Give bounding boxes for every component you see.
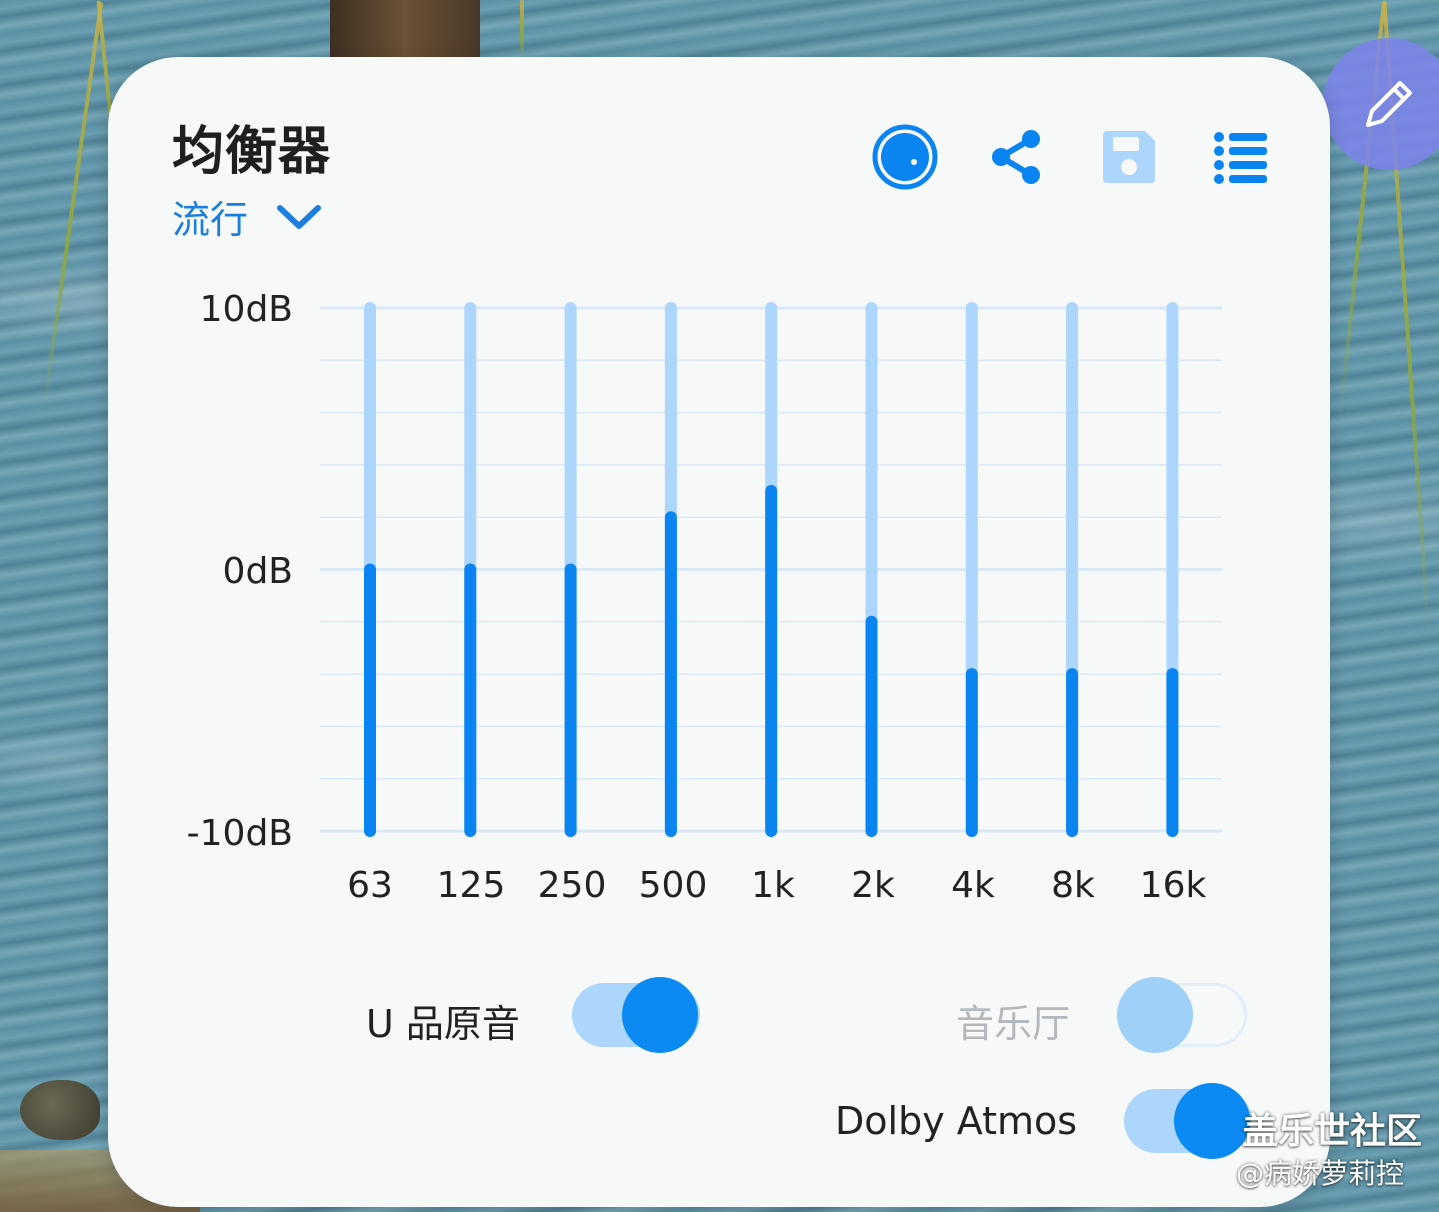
y-tick-label: 10dB <box>199 289 293 330</box>
background-willow-branch <box>40 1 104 419</box>
x-tick-label: 1k <box>751 865 795 906</box>
x-tick-label: 500 <box>638 865 708 906</box>
x-tick-label: 16k <box>1139 865 1207 906</box>
x-tick-label: 125 <box>436 865 506 906</box>
toggle-knob <box>1174 1083 1250 1159</box>
x-tick-label: 2k <box>851 865 895 906</box>
background-rock <box>20 1080 100 1140</box>
dolby-atmos-toggle[interactable] <box>1124 1083 1252 1159</box>
pencil-icon <box>1366 81 1412 127</box>
concert-hall-toggle[interactable] <box>1117 977 1247 1053</box>
equalizer-chart: 10dB 0dB -10dB 63 125 250 500 1k 2k 4k 8… <box>108 57 1330 957</box>
toggle-knob <box>1117 977 1193 1053</box>
watermark-site: 盖乐世社区 <box>1242 1111 1423 1152</box>
x-tick-label: 250 <box>537 865 607 906</box>
equalizer-panel: 均衡器 流行 10dB 0dB -10dB 63 125 250 500 1k … <box>108 57 1330 1207</box>
x-tick-label: 4k <box>951 865 995 906</box>
concert-hall-label: 音乐厅 <box>956 1002 1071 1046</box>
equalizer-graph <box>320 302 1222 837</box>
background-willow-branch <box>520 0 524 60</box>
x-tick-label: 63 <box>347 865 393 906</box>
u-sound-label: U 品原音 <box>366 1002 520 1046</box>
floating-edit-button[interactable] <box>1323 38 1439 170</box>
watermark-user: @病娇萝莉控 <box>1236 1157 1405 1190</box>
dolby-atmos-label: Dolby Atmos <box>835 1099 1078 1143</box>
y-tick-label: -10dB <box>186 813 293 854</box>
y-tick-label: 0dB <box>222 551 293 592</box>
x-tick-label: 8k <box>1051 865 1095 906</box>
u-sound-toggle[interactable] <box>572 977 700 1053</box>
background-tree-trunk <box>330 0 480 60</box>
toggle-knob <box>622 977 698 1053</box>
